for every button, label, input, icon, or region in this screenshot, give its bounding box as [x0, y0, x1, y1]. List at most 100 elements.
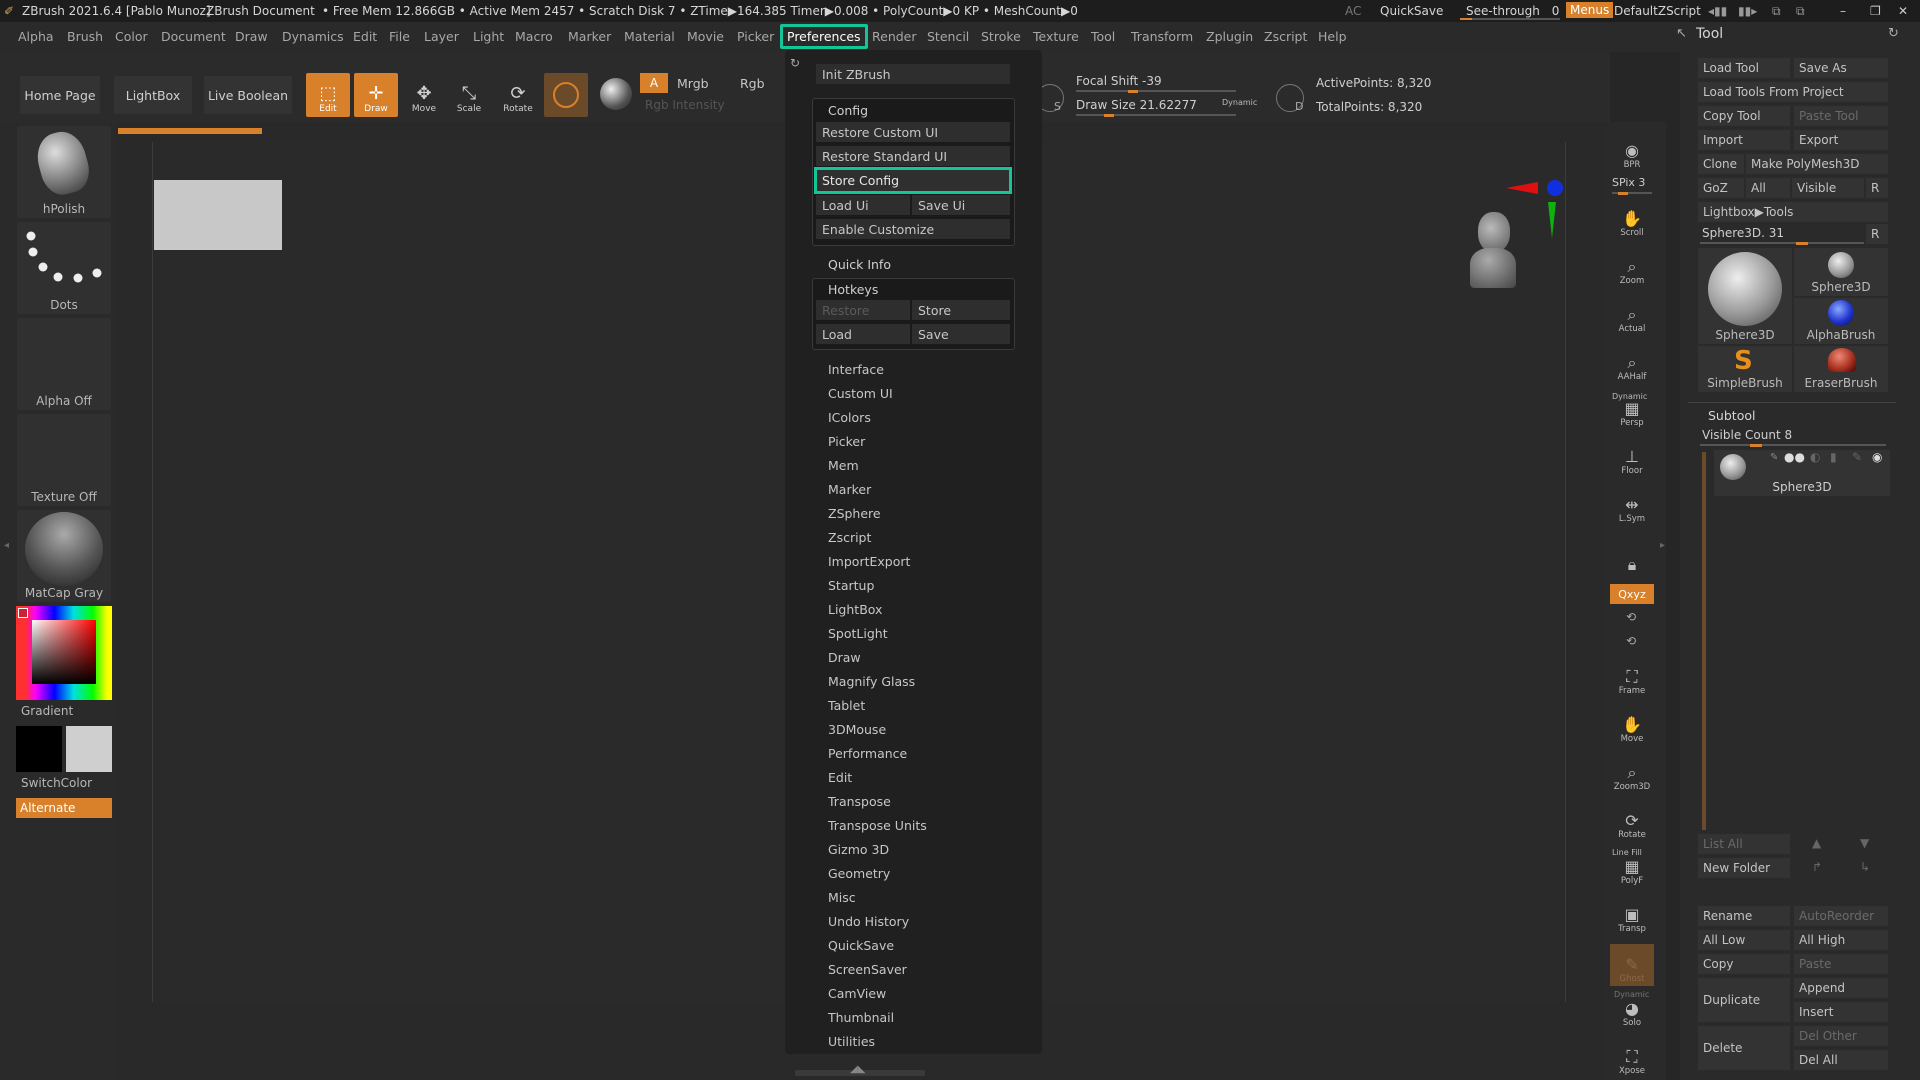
menu-preferences[interactable]: Preferences [780, 24, 868, 49]
zoom-button[interactable]: ⌕ Zoom [1610, 246, 1654, 288]
move-button[interactable]: ✥ Move [402, 73, 446, 117]
bpr-button[interactable]: ◉ BPR [1610, 130, 1654, 172]
pref-transpose-units[interactable]: Transpose Units [828, 818, 927, 833]
subtool-pen-icon[interactable]: ✎ [1852, 450, 1862, 464]
init-zbrush-button[interactable]: Init ZBrush [816, 64, 1010, 84]
subtool-brush-icon[interactable]: ✎ [1770, 452, 1778, 463]
z-rotate-icon[interactable]: ⟲ [1626, 634, 1636, 648]
pref-tablet[interactable]: Tablet [828, 698, 865, 713]
insert-button[interactable]: Insert [1794, 1002, 1888, 1022]
pref-picker[interactable]: Picker [828, 434, 865, 449]
spix-track[interactable] [1612, 192, 1652, 195]
copy-tool-button[interactable]: Copy Tool [1698, 106, 1790, 126]
all-low-button[interactable]: All Low [1698, 930, 1790, 950]
pref-3dmouse[interactable]: 3DMouse [828, 722, 886, 737]
visible-count-track[interactable] [1700, 444, 1886, 447]
left-tray-handle-icon[interactable]: ◂ [4, 540, 10, 560]
pref-gizmo-3d[interactable]: Gizmo 3D [828, 842, 889, 857]
duplicate-button[interactable]: Duplicate [1698, 978, 1790, 1022]
right-tray-handle-icon[interactable]: ▸ [1660, 540, 1666, 560]
y-rotate-icon[interactable]: ⟲ [1626, 610, 1636, 624]
scale-button[interactable]: ⤡ Scale [447, 73, 491, 117]
new-folder-button[interactable]: New Folder [1698, 858, 1790, 878]
menu-help[interactable]: Help [1318, 29, 1347, 44]
subtool-polygroup-icon[interactable]: ◐ [1810, 450, 1820, 464]
del-all-button[interactable]: Del All [1794, 1050, 1888, 1070]
rotate-view-button[interactable]: ⟳ Rotate [1610, 800, 1654, 842]
goz-r-button[interactable]: R [1866, 178, 1888, 198]
alpha-thumbnail[interactable]: Alpha Off [17, 318, 111, 410]
hotkeys-store-button[interactable]: Store [912, 300, 1010, 320]
tool-thumb-eraserbrush[interactable]: EraserBrush [1794, 346, 1888, 392]
visible-count-slider[interactable]: Visible Count 8 [1702, 428, 1792, 442]
subtool-item-sphere3d[interactable]: ✎ ●● ◐ ▮ ✎ ◉ Sphere3D [1714, 450, 1890, 496]
panel-reset-icon[interactable]: ↻ [1888, 26, 1899, 41]
primary-color-swatch[interactable] [16, 726, 62, 772]
del-other-button[interactable]: Del Other [1794, 1026, 1888, 1046]
main-color-swatch[interactable] [18, 608, 28, 618]
menu-zplugin[interactable]: Zplugin [1206, 29, 1253, 44]
menu-brush[interactable]: Brush [67, 29, 103, 44]
spix-slider[interactable]: SPix 3 [1612, 176, 1645, 189]
import-button[interactable]: Import [1698, 130, 1790, 150]
a-toggle[interactable]: A [640, 73, 668, 93]
lightbox-button[interactable]: LightBox [114, 76, 192, 114]
copy-button[interactable]: Copy [1698, 954, 1790, 974]
lock-button[interactable]: 🔒︎ [1610, 534, 1654, 576]
subtool-title[interactable]: Subtool [1708, 408, 1755, 423]
append-button[interactable]: Append [1794, 978, 1888, 998]
color-picker[interactable] [16, 606, 112, 700]
home-page-button[interactable]: Home Page [20, 76, 100, 114]
paste-tool-button[interactable]: Paste Tool [1794, 106, 1888, 126]
xpose-button[interactable]: ⛶ Xpose [1610, 1036, 1654, 1078]
edit-button[interactable]: ⬚ Edit [306, 73, 350, 117]
quick-info-label[interactable]: Quick Info [828, 257, 891, 272]
dropdown-refresh-icon[interactable]: ↻ [790, 56, 800, 70]
subtool-toggle-icon[interactable]: ●● [1784, 450, 1805, 464]
menu-light[interactable]: Light [473, 29, 504, 44]
menu-draw[interactable]: Draw [235, 29, 268, 44]
pref-spotlight[interactable]: SpotLight [828, 626, 888, 641]
subtool-scrollbar[interactable] [1702, 452, 1706, 830]
tool-thumb-sphere3d[interactable]: Sphere3D [1794, 248, 1888, 296]
subtool-lock-icon[interactable]: ▮ [1830, 450, 1837, 464]
export-button[interactable]: Export [1794, 130, 1888, 150]
polyf-button[interactable]: ▦ PolyF [1610, 846, 1654, 888]
pref-camview[interactable]: CamView [828, 986, 886, 1001]
pref-zsphere[interactable]: ZSphere [828, 506, 881, 521]
menu-zscript[interactable]: Zscript [1264, 29, 1307, 44]
pref-quicksave[interactable]: QuickSave [828, 938, 894, 953]
menu-layer[interactable]: Layer [424, 29, 459, 44]
folder-up-arrow-icon[interactable]: ↱ [1812, 860, 1822, 874]
menu-stencil[interactable]: Stencil [927, 29, 969, 44]
panel-collapse-icon[interactable]: ↖ [1676, 26, 1687, 41]
tool-r-button[interactable]: R [1866, 224, 1888, 244]
zoom3d-button[interactable]: ⌕ Zoom3D [1610, 752, 1654, 794]
close-icon[interactable]: ✕ [1898, 4, 1908, 18]
persp-button[interactable]: ▦ Persp [1610, 388, 1654, 430]
draw-button[interactable]: ✛ Draw [354, 73, 398, 117]
solo-button[interactable]: ◕ Solo [1610, 988, 1654, 1030]
gradient-label[interactable]: Gradient [21, 704, 73, 718]
alternate-button[interactable]: Alternate [16, 798, 112, 818]
ui-2-icon[interactable]: ⧉ [1796, 4, 1805, 19]
floor-button[interactable]: ⊥ Floor [1610, 436, 1654, 478]
paste-button[interactable]: Paste [1794, 954, 1888, 974]
menu-transform[interactable]: Transform [1131, 29, 1193, 44]
hotkeys-save-button[interactable]: Save [912, 324, 1010, 344]
secondary-color-swatch[interactable] [66, 726, 112, 772]
ghost-button[interactable]: ✎ Ghost [1610, 944, 1654, 986]
hotkeys-restore-button[interactable]: Restore [816, 300, 910, 320]
rgb-intensity-slider[interactable]: Rgb Intensity [645, 98, 725, 112]
focal-shift-slider[interactable]: Focal Shift -39 [1076, 74, 1162, 88]
pref-utilities[interactable]: Utilities [828, 1034, 875, 1049]
dynamic-toggle[interactable]: Dynamic [1222, 98, 1257, 107]
save-ui-button[interactable]: Save Ui [912, 195, 1010, 215]
tool-slider-track[interactable] [1700, 242, 1864, 245]
draw-size-track[interactable] [1076, 114, 1236, 117]
pref-undo-history[interactable]: Undo History [828, 914, 909, 929]
pref-draw[interactable]: Draw [828, 650, 861, 665]
rotate-button[interactable]: ⟳ Rotate [496, 73, 540, 117]
menu-render[interactable]: Render [872, 29, 917, 44]
menu-file[interactable]: File [389, 29, 410, 44]
